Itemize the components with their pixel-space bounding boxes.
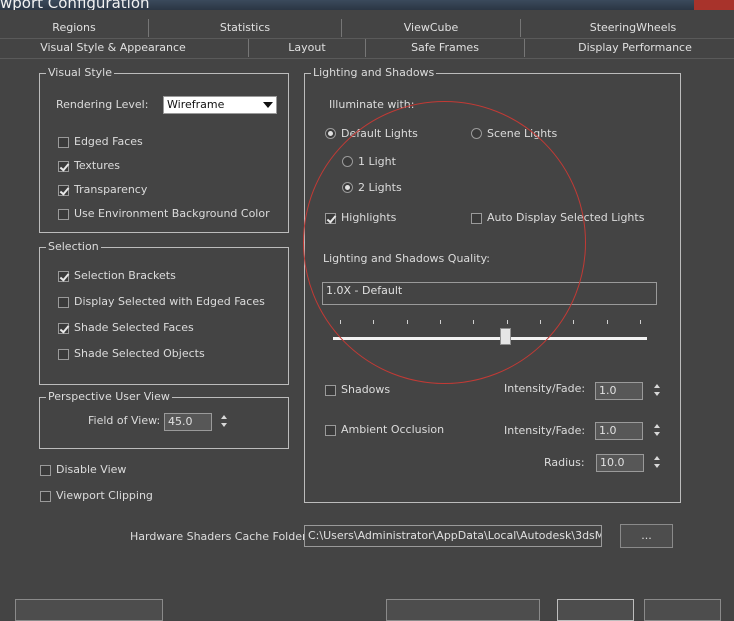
textures-checkbox[interactable] — [58, 161, 69, 172]
slider-tick — [573, 320, 575, 324]
cache-folder-path[interactable]: C:\Users\Administrator\AppData\Local\Aut… — [304, 525, 602, 547]
auto-display-lights-checkbox[interactable] — [471, 213, 482, 224]
shadows-intensity-label: Intensity/Fade: — [504, 382, 586, 395]
fov-label: Field of View: — [88, 414, 161, 427]
disable-view-checkbox[interactable] — [40, 465, 51, 476]
one-light-label: 1 Light — [358, 155, 396, 168]
selection-brackets-checkbox[interactable] — [58, 271, 69, 282]
quality-value-field: 1.0X - Default — [322, 282, 657, 305]
env-bg-color-label: Use Environment Background Color — [74, 207, 270, 220]
window-title: wport Configuration — [0, 0, 150, 10]
chevron-down-icon — [263, 102, 273, 108]
spinner-up-icon[interactable] — [654, 456, 660, 460]
edged-faces-checkbox[interactable] — [58, 137, 69, 148]
env-bg-color-checkbox[interactable] — [58, 209, 69, 220]
radius-spinner[interactable] — [653, 454, 662, 471]
spinner-up-icon[interactable] — [654, 384, 660, 388]
two-lights-label: 2 Lights — [358, 181, 402, 194]
shade-selected-objects-label: Shade Selected Objects — [74, 347, 205, 360]
highlights-checkbox[interactable] — [325, 213, 336, 224]
auto-display-lights-label: Auto Display Selected Lights — [487, 211, 645, 224]
shadows-checkbox[interactable] — [325, 385, 336, 396]
cancel-button[interactable] — [644, 599, 721, 621]
shade-selected-faces-checkbox[interactable] — [58, 323, 69, 334]
rendering-level-select[interactable]: Wireframe — [163, 96, 277, 114]
tab-visual-style[interactable]: Visual Style & Appearance — [0, 38, 226, 58]
quality-label: Lighting and Shadows Quality: — [323, 252, 490, 265]
slider-tick — [506, 320, 508, 324]
tab-viewcube[interactable]: ViewCube — [342, 18, 520, 38]
spinner-down-icon[interactable] — [654, 432, 660, 436]
tab-statistics[interactable]: Statistics — [149, 18, 341, 38]
radius-input[interactable]: 10.0 — [596, 454, 644, 472]
spinner-up-icon[interactable] — [221, 415, 227, 419]
slider-tick — [640, 320, 641, 324]
selection-title: Selection — [46, 240, 101, 254]
slider-tick — [340, 320, 341, 324]
rendering-level-value: Wireframe — [167, 98, 225, 111]
slider-tick — [540, 320, 541, 324]
ok-button[interactable] — [557, 599, 634, 621]
apply-all-views-button[interactable] — [15, 599, 163, 621]
slider-tick — [373, 320, 375, 324]
one-light-radio[interactable] — [342, 156, 353, 167]
slider-tick — [406, 320, 408, 324]
fov-input[interactable]: 45.0 — [164, 413, 212, 431]
ambient-occlusion-label: Ambient Occlusion — [341, 423, 445, 436]
apply-active-view-button[interactable] — [386, 599, 540, 621]
spinner-up-icon[interactable] — [654, 424, 660, 428]
scene-lights-radio[interactable] — [471, 128, 482, 139]
selection-group: Selection — [39, 240, 289, 385]
viewport-clipping-checkbox[interactable] — [40, 491, 51, 502]
spinner-down-icon[interactable] — [654, 464, 660, 468]
radius-label: Radius: — [544, 456, 585, 469]
tab-layout[interactable]: Layout — [249, 38, 365, 58]
display-selected-edged-checkbox[interactable] — [58, 297, 69, 308]
shade-selected-faces-label: Shade Selected Faces — [74, 321, 194, 334]
quality-slider-track[interactable] — [333, 337, 647, 340]
rendering-level-label: Rendering Level: — [56, 98, 149, 111]
ao-intensity-input[interactable]: 1.0 — [595, 422, 643, 440]
tab-steeringwheels[interactable]: SteeringWheels — [521, 18, 734, 38]
shadows-label: Shadows — [341, 383, 391, 396]
visual-style-title: Visual Style — [46, 66, 114, 80]
tab-regions[interactable]: Regions — [0, 18, 148, 38]
ao-intensity-label: Intensity/Fade: — [504, 424, 586, 437]
tab-row-divider — [0, 58, 734, 59]
illuminate-label: Illuminate with: — [329, 98, 415, 111]
ao-intensity-spinner[interactable] — [653, 422, 662, 439]
shadows-intensity-input[interactable]: 1.0 — [595, 382, 643, 400]
spinner-down-icon[interactable] — [221, 423, 227, 427]
fov-spinner[interactable] — [220, 413, 229, 430]
disable-view-label: Disable View — [56, 463, 127, 476]
transparency-label: Transparency — [74, 183, 148, 196]
two-lights-radio[interactable] — [342, 182, 353, 193]
display-selected-edged-label: Display Selected with Edged Faces — [74, 295, 265, 308]
slider-tick — [473, 320, 475, 324]
transparency-checkbox[interactable] — [58, 185, 69, 196]
cache-folder-label: Hardware Shaders Cache Folder: — [130, 530, 311, 543]
slider-tick — [440, 320, 441, 324]
viewport-clipping-label: Viewport Clipping — [56, 489, 153, 502]
selection-brackets-label: Selection Brackets — [74, 269, 176, 282]
tab-safe-frames[interactable]: Safe Frames — [366, 38, 524, 58]
quality-slider-thumb[interactable] — [499, 328, 511, 345]
slider-tick — [606, 320, 608, 324]
lighting-title: Lighting and Shadows — [311, 66, 437, 80]
tab-display-performance[interactable]: Display Performance — [525, 38, 734, 58]
edged-faces-label: Edged Faces — [74, 135, 143, 148]
browse-button[interactable]: ... — [620, 524, 673, 548]
default-lights-label: Default Lights — [341, 127, 418, 140]
title-bar: wport Configuration — [0, 0, 734, 10]
spinner-down-icon[interactable] — [654, 392, 660, 396]
perspective-title: Perspective User View — [46, 390, 172, 404]
ambient-occlusion-checkbox[interactable] — [325, 425, 336, 436]
scene-lights-label: Scene Lights — [487, 127, 558, 140]
highlights-label: Highlights — [341, 211, 397, 224]
shadows-intensity-spinner[interactable] — [653, 382, 662, 399]
close-icon[interactable] — [694, 0, 734, 10]
textures-label: Textures — [74, 159, 120, 172]
default-lights-radio[interactable] — [325, 128, 336, 139]
shade-selected-objects-checkbox[interactable] — [58, 349, 69, 360]
